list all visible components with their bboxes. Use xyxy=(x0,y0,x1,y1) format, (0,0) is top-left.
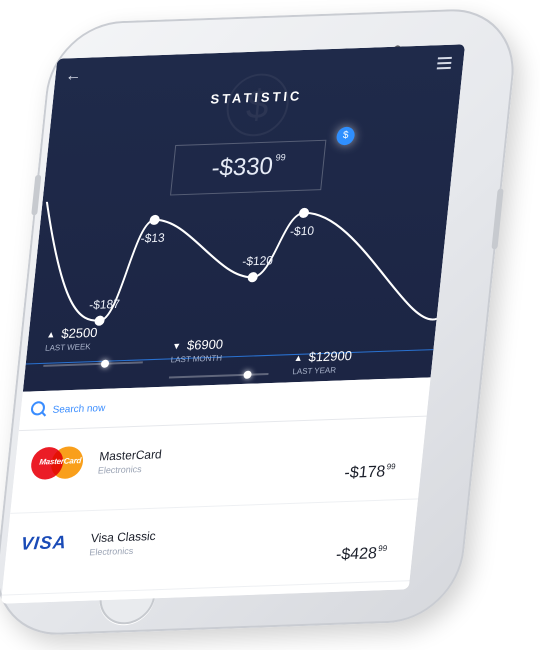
side-button[interactable] xyxy=(491,188,504,250)
transaction-category: Electronics xyxy=(97,463,143,476)
amount-cents: 99 xyxy=(377,543,388,554)
transaction-amount: -$42899 xyxy=(335,543,388,565)
transaction-name: Visa Classic xyxy=(90,528,157,546)
transactions-list: MasterCard MasterCard Electronics -$1789… xyxy=(0,377,431,604)
period-caption: LAST MONTH xyxy=(170,353,223,365)
period-slider[interactable] xyxy=(168,370,269,379)
list-item[interactable]: MasterCard MasterCard Electronics -$1789… xyxy=(10,417,427,514)
menu-icon[interactable] xyxy=(436,56,452,70)
period-caption: LAST WEEK xyxy=(44,342,92,353)
chart-point[interactable] xyxy=(298,207,309,218)
period-amount: $12900 xyxy=(307,347,353,365)
dollar-icon[interactable]: $ xyxy=(335,126,356,146)
volume-button[interactable] xyxy=(31,174,42,216)
search-input[interactable] xyxy=(49,392,235,421)
logo-text: MasterCard xyxy=(38,456,82,467)
list-item[interactable]: VISA Visa Classic Electronics -$42899 xyxy=(1,499,418,596)
search-icon[interactable] xyxy=(30,401,46,416)
period-last-month: ▼ $6900 LAST MONTH xyxy=(168,334,302,379)
transaction-category: Electronics xyxy=(88,545,134,558)
visa-logo: VISA xyxy=(19,531,68,554)
chart-point[interactable] xyxy=(149,214,160,225)
chart-data-label: -$10 xyxy=(289,224,315,239)
app-screen: ← $ STATISTIC -$330 99 $ -$187 -$13 -$120-… xyxy=(0,44,466,604)
arrow-left-icon[interactable]: ← xyxy=(65,67,83,85)
period-amount: $2500 xyxy=(60,324,99,342)
chart-data-label: -$13 xyxy=(140,231,166,246)
chart-data-label: -$120 xyxy=(242,253,274,268)
slider-knob[interactable] xyxy=(100,359,110,368)
amount-cents: 99 xyxy=(386,462,397,472)
amount-value: -$428 xyxy=(335,545,378,564)
period-last-week: ▲ $2500 LAST WEEK xyxy=(43,322,176,368)
period-caption: LAST YEAR xyxy=(291,365,337,377)
statistic-panel: ← $ STATISTIC -$330 99 $ -$187 -$13 -$120-… xyxy=(22,44,466,392)
period-amount: $6900 xyxy=(186,336,224,353)
trend-up-icon: ▲ xyxy=(293,352,304,363)
amount-value: -$178 xyxy=(343,463,387,482)
chart-data-label: -$187 xyxy=(89,297,121,312)
total-balance: -$330 99 xyxy=(170,139,327,196)
mastercard-logo: MasterCard xyxy=(29,445,85,481)
slider-knob[interactable] xyxy=(243,370,252,379)
total-cents: 99 xyxy=(275,152,287,163)
trend-down-icon: ▼ xyxy=(171,340,182,351)
chart-point[interactable] xyxy=(247,272,258,283)
transaction-amount: -$17899 xyxy=(343,462,397,483)
transaction-name: MasterCard xyxy=(98,447,163,464)
trend-up-icon: ▲ xyxy=(46,328,57,340)
device-stage: ← $ STATISTIC -$330 99 $ -$187 -$13 -$120-… xyxy=(0,0,540,650)
total-amount: -$330 xyxy=(210,152,275,183)
period-slider[interactable] xyxy=(43,359,143,368)
